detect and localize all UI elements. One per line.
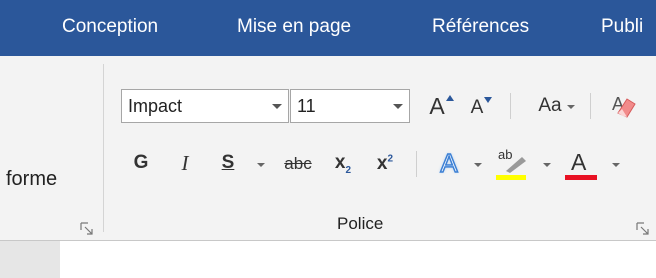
text-effects-button[interactable]: A (434, 146, 464, 180)
italic-button[interactable]: I (172, 148, 198, 178)
subscript-button[interactable]: x2 (328, 150, 358, 178)
change-case-button[interactable]: Aa (522, 91, 578, 121)
chevron-down-icon[interactable] (612, 163, 620, 167)
chevron-down-icon[interactable] (272, 104, 282, 109)
clear-formatting-button[interactable]: A (606, 89, 640, 121)
tab-mise-en-page[interactable]: Mise en page (237, 16, 351, 38)
change-case-icon: Aa (538, 95, 562, 116)
superscript-x: x (376, 153, 388, 174)
superscript-button[interactable]: x2 (370, 150, 400, 178)
dialog-launcher-icon[interactable] (80, 222, 94, 236)
chevron-down-icon[interactable] (393, 104, 403, 109)
group-label-forme: forme (6, 168, 58, 190)
separator (510, 93, 511, 119)
italic-label: I (181, 150, 189, 175)
font-size-value: 11 (297, 96, 316, 116)
font-size-combo[interactable]: 11 (290, 89, 410, 123)
subscript-mark: 2 (345, 164, 352, 176)
dialog-launcher-icon[interactable] (636, 222, 650, 236)
shrink-font-button[interactable]: A (462, 94, 493, 122)
highlight-color-bar (496, 175, 526, 180)
strikethrough-label: abc (284, 154, 312, 173)
ribbon: forme Impact 11 A A Aa A G I S abc x2 x2… (0, 56, 656, 241)
chevron-down-icon[interactable] (257, 163, 265, 167)
font-color-icon: A (562, 147, 598, 181)
superscript-mark: 2 (387, 153, 394, 165)
clear-formatting-icon: A (612, 94, 636, 118)
chevron-down-icon[interactable] (543, 163, 551, 167)
tab-conception[interactable]: Conception (62, 16, 158, 38)
shrink-font-glyph: A (470, 97, 484, 118)
highlight-button[interactable]: ab (492, 146, 532, 182)
grow-font-icon: A (429, 92, 454, 120)
tab-publipostage[interactable]: Publi (601, 16, 643, 38)
ribbon-tab-bar: Conception Mise en page Références Publi (0, 0, 656, 56)
font-color-bar (565, 175, 597, 180)
font-color-button[interactable]: A (562, 146, 598, 182)
superscript-icon: x2 (377, 153, 393, 175)
subscript-icon: x2 (335, 152, 351, 176)
highlight-icon: ab (494, 147, 530, 181)
bold-button[interactable]: G (128, 148, 154, 178)
text-effects-icon: A (440, 147, 459, 179)
underline-button[interactable]: S (214, 148, 242, 178)
document-area (0, 241, 656, 278)
document-page[interactable] (60, 241, 656, 278)
underline-label: S (221, 152, 235, 173)
tab-references[interactable]: Références (432, 16, 529, 38)
bold-label: G (133, 152, 149, 173)
font-color-label: A (571, 149, 587, 175)
group-separator (103, 64, 104, 232)
grow-font-button[interactable]: A (420, 91, 454, 121)
separator (416, 151, 417, 177)
chevron-down-icon[interactable] (474, 163, 482, 167)
shrink-font-icon: A (470, 97, 493, 119)
font-name-value: Impact (128, 96, 183, 116)
chevron-down-icon[interactable] (567, 105, 575, 109)
font-name-combo[interactable]: Impact (121, 89, 289, 123)
strikethrough-button[interactable]: abc (278, 150, 318, 178)
group-label-police: Police (337, 214, 384, 233)
subscript-x: x (334, 152, 346, 174)
grow-font-glyph: A (429, 92, 445, 119)
separator (590, 93, 591, 119)
